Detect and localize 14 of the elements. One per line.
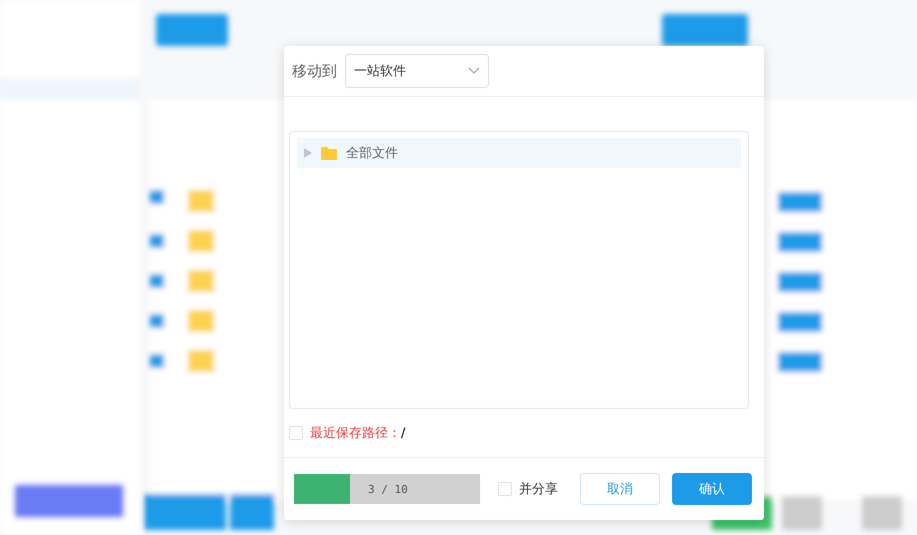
dialog-title: 移动到 (292, 62, 337, 80)
recent-path-label: 最近保存路径： (310, 425, 401, 442)
share-label: 并分享 (519, 481, 558, 498)
checkbox[interactable] (498, 482, 512, 496)
folder-select[interactable]: 一站软件 (345, 54, 489, 88)
chevron-down-icon (468, 67, 480, 75)
caret-icon (304, 148, 312, 158)
folder-icon (321, 146, 337, 160)
tree-node[interactable]: 全部文件 (297, 138, 741, 168)
recent-path-value: / (401, 426, 406, 440)
cancel-button[interactable]: 取消 (580, 473, 660, 505)
confirm-button[interactable]: 确认 (672, 473, 752, 505)
checkbox[interactable] (289, 426, 303, 440)
progress-reading: 3 / 10 (368, 482, 408, 496)
